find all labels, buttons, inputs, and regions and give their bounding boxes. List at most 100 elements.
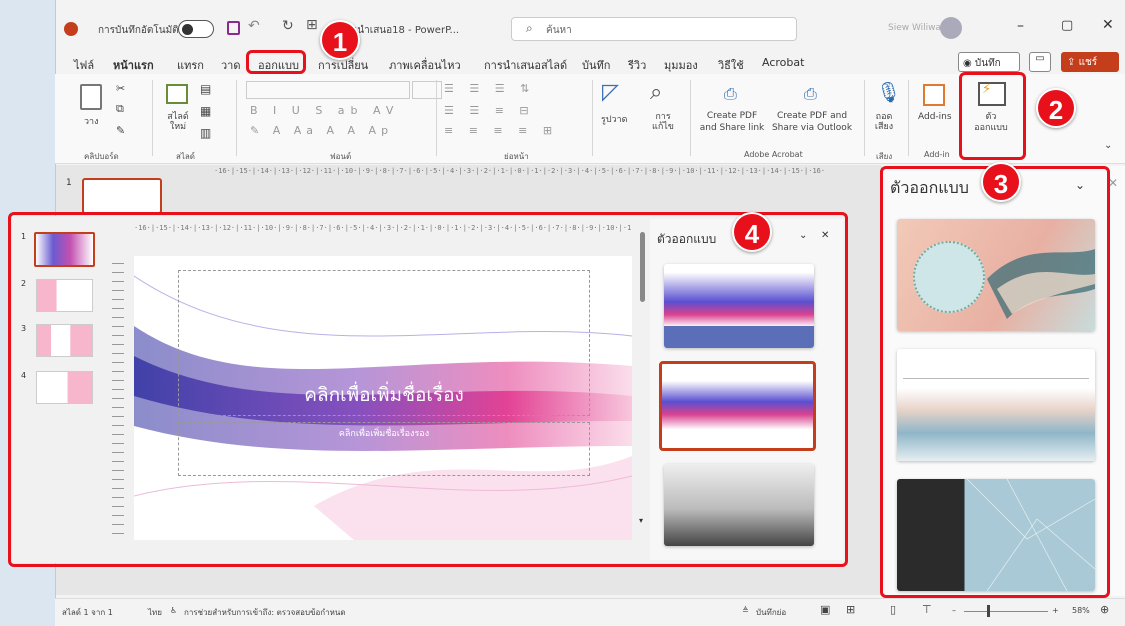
status-language[interactable]: ไทย [148,606,162,619]
present-icon[interactable]: ⊞ [306,17,318,33]
record-dot-icon: ◉ [963,58,975,69]
bg-ruler: ·16·|·15·|·14·|·13·|·12·|·11·|·10·|·9·|·… [214,167,826,175]
tab-review[interactable]: รีวิว [628,56,646,74]
tab-slideshow[interactable]: การนำเสนอสไลด์ [484,56,567,74]
section-icon[interactable]: ▥ [200,126,211,140]
step-badge-3: 3 [981,162,1021,202]
divider [152,80,153,156]
divider [592,80,593,156]
status-notes[interactable]: บันทึกย่อ [756,606,786,619]
find-label: การแก้ไข [652,112,674,132]
step-badge-2: 2 [1036,88,1076,128]
create-pdf-outlook-label[interactable]: Create PDF and Share via Outlook [768,110,856,134]
divider [908,80,909,156]
tab-record[interactable]: บันทึก [582,56,610,74]
paragraph-icons-row2[interactable]: ☰ ☰ ≡ ⊟ [444,104,535,117]
font-format-icons[interactable]: B I U S ab AV [250,104,399,117]
normal-view-icon[interactable]: ▣ [820,603,830,616]
zoom-out-icon[interactable]: – [952,606,956,615]
paragraph-icons-row1[interactable]: ☰ ☰ ☰ ⇅ [444,82,535,95]
divider [690,80,691,156]
avatar[interactable] [940,17,962,39]
slide-sorter-icon[interactable]: ⊞ [846,603,855,616]
zoom-slider[interactable] [964,611,1048,612]
undo-icon[interactable]: ↶ [248,18,260,34]
minimize-icon[interactable]: – [1017,18,1024,34]
create-pdf-icon[interactable]: ⎙ [724,84,737,104]
bg-slide-number: 1 [66,178,72,188]
bg-slide-thumbnail[interactable] [82,178,162,214]
divider [864,80,865,156]
tab-help[interactable]: วิธีใช้ [718,56,744,74]
font-name-dropdown[interactable] [246,81,410,99]
highlight-designer-button [959,72,1026,160]
paragraph-icons-row3[interactable]: ≡ ≡ ≡ ≡ ⊞ [444,124,558,137]
record-button[interactable]: ◉ บันทึก [958,52,1020,72]
format-painter-icon[interactable]: ✎ [116,124,125,137]
reading-view-icon[interactable]: ▯ [890,603,896,616]
slideshow-icon[interactable]: ⊤ [922,603,932,616]
create-pdf-label[interactable]: Create PDF and Share link [697,110,767,134]
ribbon-collapse-icon[interactable]: ⌄ [1104,140,1112,151]
copy-icon[interactable]: ⧉ [116,102,124,116]
notes-icon[interactable]: ≜ [742,606,749,615]
maximize-icon[interactable]: ▢ [1061,18,1073,33]
autosave-toggle[interactable] [178,20,214,38]
group-font: ฟอนต์ [330,152,352,161]
cut-icon[interactable]: ✂ [116,82,125,95]
group-voice: เสียง [876,152,893,161]
addins-icon[interactable] [923,84,945,106]
tab-draw[interactable]: วาด [221,56,241,74]
microphone-icon[interactable]: 🎙 [876,80,901,104]
find-icon[interactable]: ⌕ [650,80,662,105]
zoom-level[interactable]: 58% [1072,606,1090,615]
tab-insert[interactable]: แทรก [177,56,204,74]
font-color-icons[interactable]: ✎ A Aa A A Ap [250,124,393,137]
tab-animations[interactable]: ภาพเคลื่อนไหว [389,56,461,74]
layout-icon[interactable]: ▤ [200,82,211,96]
divider [436,80,437,156]
step-badge-4: 4 [732,212,772,252]
group-clipboard: คลิปบอร์ด [84,152,119,161]
font-size-dropdown[interactable] [412,81,442,99]
tab-home[interactable]: หน้าแรก [113,56,154,76]
close-icon[interactable]: ✕ [1102,17,1114,33]
paste-label: วาง [84,117,99,127]
powerpoint-logo-icon [64,22,78,36]
group-slides: สไลด์ [176,152,196,161]
create-pdf-outlook-icon[interactable]: ⎙ [804,84,817,104]
group-addin: Add-in [924,150,950,159]
group-adobe: Adobe Acrobat [744,150,803,159]
share-button[interactable]: ⇪ แชร์ [1061,52,1119,72]
draw-shape-label: รูปวาด [601,115,628,125]
redo-icon[interactable]: ↻ [282,18,294,34]
comment-icon[interactable]: ▭ [1029,52,1051,72]
search-input: ค้นหา [546,25,572,36]
share-icon: ⇪ [1067,57,1079,68]
dictate-label: ถอดเสียง [874,112,894,132]
zoom-slider-thumb[interactable] [987,605,990,617]
addins-label[interactable]: Add-ins [918,112,952,122]
divider [236,80,237,156]
paste-icon[interactable] [80,84,102,110]
tab-view[interactable]: มุมมอง [664,56,698,74]
accessibility-icon[interactable]: ♿ [170,606,177,615]
status-accessibility[interactable]: การช่วยสำหรับการเข้าถึง: ตรวจสอบข้อกำหนด [184,606,346,619]
tab-acrobat[interactable]: Acrobat [762,56,804,69]
record-label: บันทึก [974,58,1001,69]
new-slide-icon[interactable] [166,84,188,104]
highlight-designer-pane [880,166,1110,598]
reset-icon[interactable]: ▦ [200,104,211,118]
tab-file[interactable]: ไฟล์ [74,56,94,74]
search-box[interactable]: ⌕ ค้นหา [511,17,797,41]
search-icon: ⌕ [526,21,533,35]
highlight-design-tab [246,50,306,74]
highlight-inner-window [8,212,848,567]
autosave-label: การบันทึกอัตโนมัติ [98,25,179,36]
status-slide-count: สไลด์ 1 จาก 1 [62,608,113,617]
draw-shape-icon[interactable]: ◸ [602,80,619,105]
save-icon[interactable] [227,21,240,35]
step-badge-1: 1 [320,20,360,60]
fit-slide-icon[interactable]: ⊕ [1100,603,1109,616]
zoom-in-icon[interactable]: + [1052,606,1059,615]
